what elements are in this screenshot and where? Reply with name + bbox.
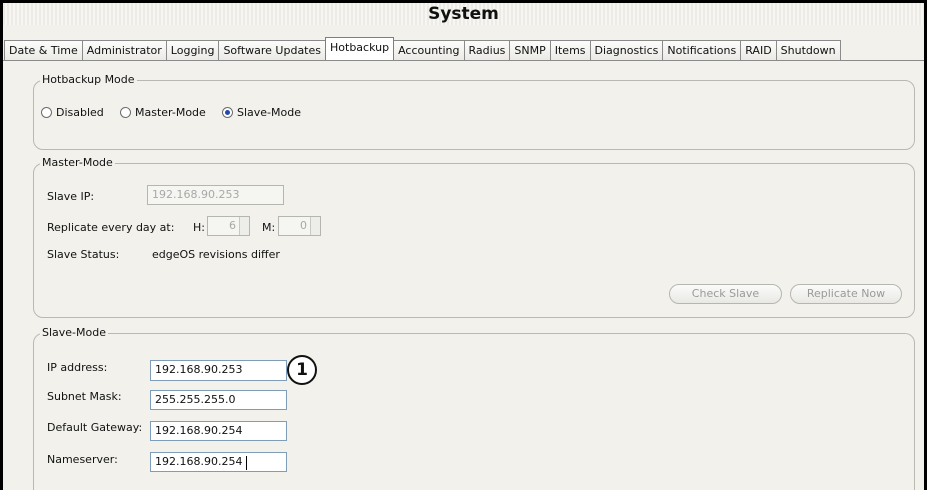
ip-address-label: IP address: bbox=[47, 361, 108, 374]
nameserver-field[interactable]: 192.168.90.254 bbox=[150, 452, 287, 472]
nameserver-label: Nameserver: bbox=[47, 453, 118, 466]
tab-radius[interactable]: Radius bbox=[463, 40, 511, 60]
master-mode-legend: Master-Mode bbox=[40, 156, 115, 169]
replicate-now-button[interactable]: Replicate Now bbox=[790, 284, 902, 304]
radio-master-mode[interactable]: Master-Mode bbox=[120, 106, 206, 119]
window-title: System bbox=[3, 3, 924, 25]
tab-accounting[interactable]: Accounting bbox=[393, 40, 465, 60]
tab-software-updates[interactable]: Software Updates bbox=[218, 40, 326, 60]
default-gateway-label: Default Gateway: bbox=[47, 421, 143, 434]
slave-mode-legend: Slave-Mode bbox=[40, 326, 108, 339]
radio-slave-mode-circle[interactable] bbox=[222, 107, 233, 118]
text-cursor bbox=[246, 456, 247, 470]
default-gateway-field[interactable]: 192.168.90.254 bbox=[150, 421, 287, 441]
tab-logging[interactable]: Logging bbox=[165, 40, 220, 60]
slave-ip-field[interactable]: 192.168.90.253 bbox=[147, 185, 284, 205]
tab-shutdown[interactable]: Shutdown bbox=[775, 40, 841, 60]
tab-bar: Date & Time Administrator Logging Softwa… bbox=[4, 37, 841, 60]
master-mode-group: Master-Mode Slave IP: 192.168.90.253 Rep… bbox=[33, 156, 915, 318]
radio-slave-mode-label: Slave-Mode bbox=[237, 106, 301, 119]
check-slave-button[interactable]: Check Slave bbox=[669, 284, 782, 304]
replicate-label: Replicate every day at: bbox=[47, 221, 175, 234]
hour-spinner-arrows[interactable] bbox=[239, 217, 249, 235]
tab-notifications[interactable]: Notifications bbox=[662, 40, 742, 60]
hour-label: H: bbox=[193, 221, 205, 234]
radio-disabled[interactable]: Disabled bbox=[41, 106, 104, 119]
tab-divider bbox=[3, 60, 924, 61]
tab-date-time[interactable]: Date & Time bbox=[4, 40, 83, 60]
radio-disabled-circle[interactable] bbox=[41, 107, 52, 118]
tab-raid[interactable]: RAID bbox=[740, 40, 777, 60]
tab-hotbackup[interactable]: Hotbackup bbox=[325, 37, 395, 60]
minute-label: M: bbox=[262, 221, 276, 234]
system-window: System Date & Time Administrator Logging… bbox=[0, 0, 927, 490]
minute-spinner-arrows[interactable] bbox=[310, 217, 320, 235]
tab-snmp[interactable]: SNMP bbox=[509, 40, 551, 60]
hotbackup-mode-legend: Hotbackup Mode bbox=[40, 73, 137, 86]
radio-master-mode-label: Master-Mode bbox=[135, 106, 206, 119]
slave-status-value: edgeOS revisions differ bbox=[152, 248, 280, 261]
slave-ip-label: Slave IP: bbox=[47, 190, 95, 203]
tab-administrator[interactable]: Administrator bbox=[81, 40, 167, 60]
radio-master-mode-circle[interactable] bbox=[120, 107, 131, 118]
hotbackup-mode-group: Hotbackup Mode Disabled Master-Mode Slav… bbox=[33, 73, 915, 150]
subnet-mask-field[interactable]: 255.255.255.0 bbox=[150, 390, 287, 410]
subnet-mask-label: Subnet Mask: bbox=[47, 390, 122, 403]
slave-mode-group: Slave-Mode IP address: 192.168.90.253 Su… bbox=[33, 326, 915, 490]
radio-disabled-label: Disabled bbox=[56, 106, 104, 119]
tab-diagnostics[interactable]: Diagnostics bbox=[589, 40, 664, 60]
callout-badge: 1 bbox=[287, 355, 317, 385]
radio-slave-mode[interactable]: Slave-Mode bbox=[222, 106, 301, 119]
minute-spinner[interactable]: 0 bbox=[278, 216, 321, 236]
slave-status-label: Slave Status: bbox=[47, 248, 120, 261]
tab-items[interactable]: Items bbox=[549, 40, 591, 60]
ip-address-field[interactable]: 192.168.90.253 bbox=[150, 360, 287, 381]
hour-spinner[interactable]: 6 bbox=[207, 216, 250, 236]
